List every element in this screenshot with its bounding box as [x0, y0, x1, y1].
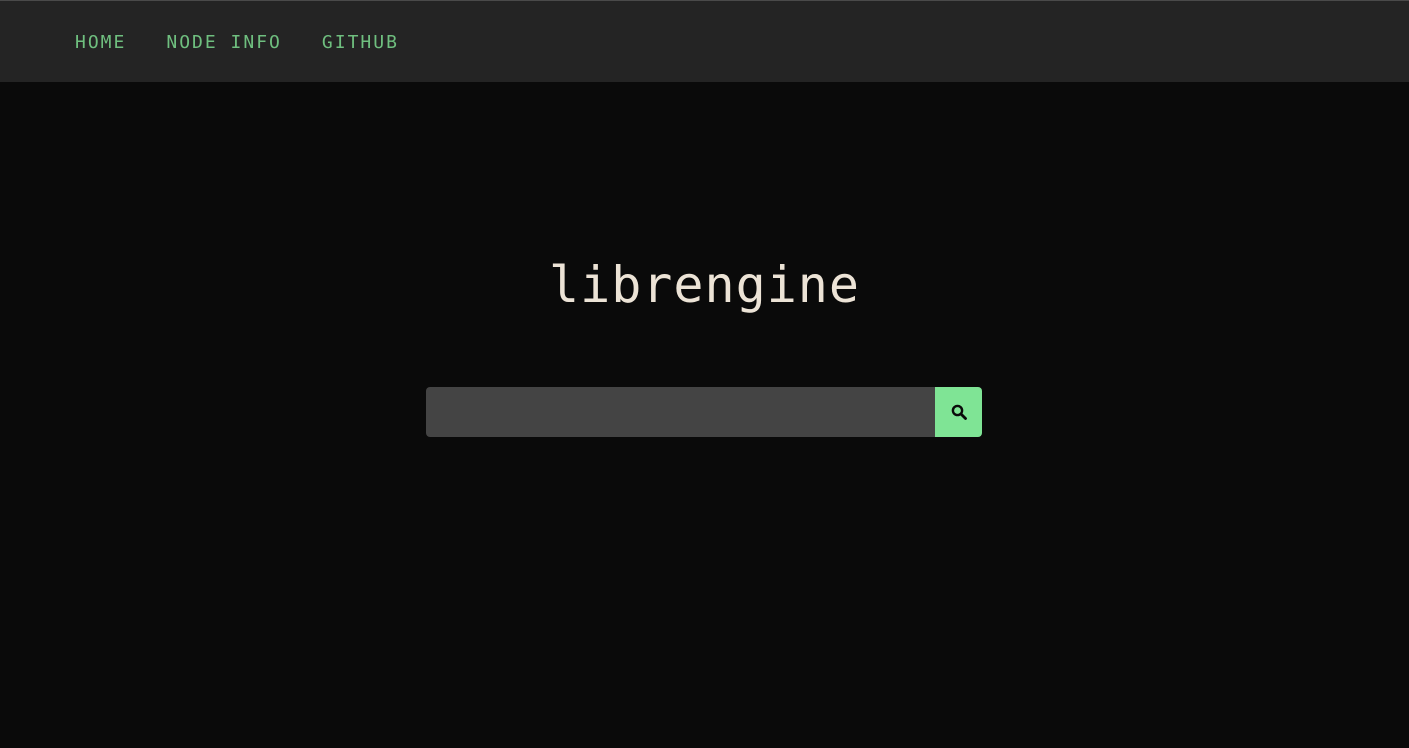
- nav-link-node-info[interactable]: NODE INFO: [166, 32, 282, 54]
- site-logo-title: librengine: [548, 256, 861, 314]
- nav-link-home[interactable]: HOME: [75, 32, 126, 54]
- main-content: librengine: [0, 82, 1409, 748]
- nav-link-github[interactable]: GITHUB: [322, 32, 399, 54]
- search-icon: [951, 404, 967, 420]
- nav-links: HOME NODE INFO GITHUB: [75, 32, 439, 54]
- search-input[interactable]: [426, 387, 935, 437]
- search-button[interactable]: [935, 387, 982, 437]
- search-form: [426, 387, 982, 437]
- top-navigation-bar: HOME NODE INFO GITHUB: [0, 0, 1409, 82]
